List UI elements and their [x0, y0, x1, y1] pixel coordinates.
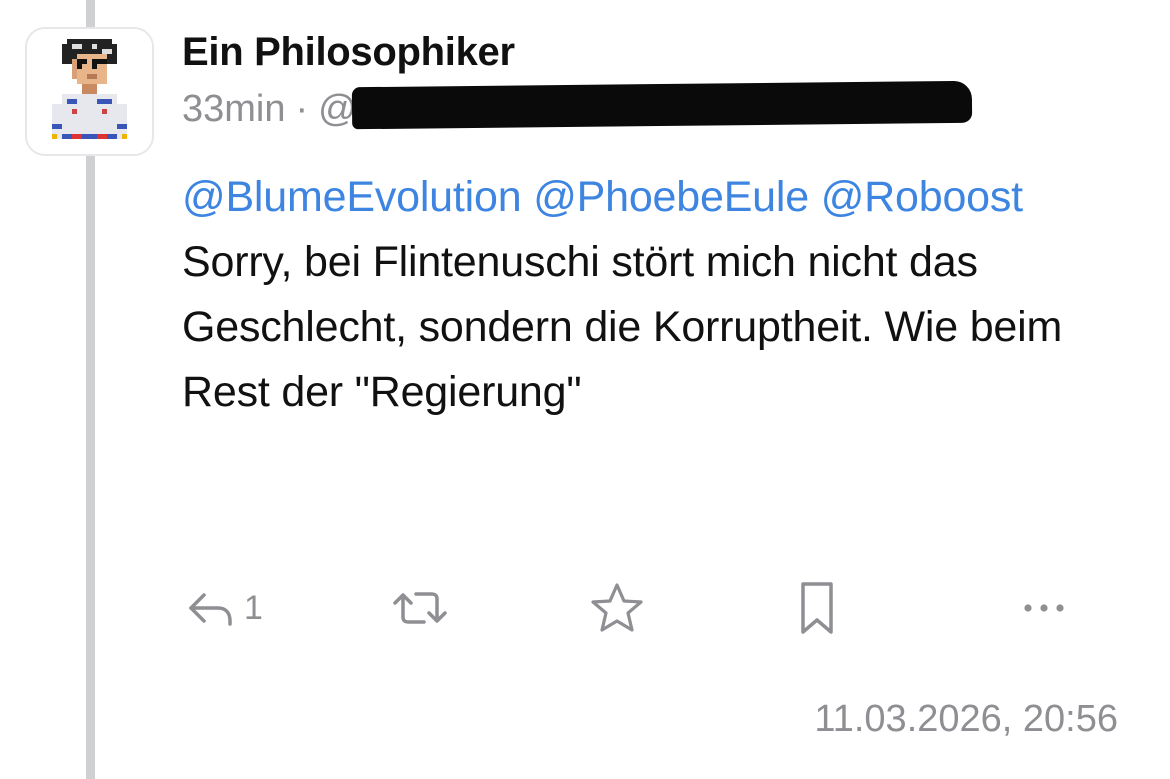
time-ago[interactable]: 33min — [182, 88, 286, 131]
reply-icon — [189, 593, 232, 626]
post-meta: 33min · @ — [182, 80, 973, 131]
post-content: @BlumeEvolution @PhoebeEule @Roboost Sor… — [182, 165, 1122, 425]
meta-separator: · — [295, 88, 309, 130]
favourite-button[interactable] — [588, 580, 646, 636]
post-body-text: Sorry, bei Flintenuschi stört mich nicht… — [182, 238, 1063, 416]
bookmark-icon — [801, 582, 833, 634]
repost-icon — [393, 592, 447, 624]
avatar[interactable] — [25, 27, 154, 156]
mention-link[interactable]: @BlumeEvolution — [182, 173, 522, 221]
reply-count: 1 — [244, 588, 263, 627]
bookmark-button[interactable] — [796, 580, 838, 636]
mention-link[interactable]: @PhoebeEule — [533, 173, 809, 221]
mention-link[interactable]: @Roboost — [821, 173, 1023, 221]
author-name[interactable]: Ein Philosophiker — [182, 30, 515, 75]
redaction-mark — [351, 80, 973, 130]
repost-button[interactable] — [387, 580, 453, 636]
action-bar: 1 — [0, 580, 1170, 640]
reply-button[interactable]: 1 — [186, 580, 263, 636]
star-icon — [591, 583, 643, 632]
post-timestamp[interactable]: 11.03.2026, 20:56 — [814, 698, 1118, 741]
pixel-avatar-image — [27, 29, 152, 154]
more-button[interactable] — [1020, 580, 1068, 636]
author-handle[interactable]: @ — [318, 80, 973, 131]
more-icon — [1024, 604, 1064, 612]
